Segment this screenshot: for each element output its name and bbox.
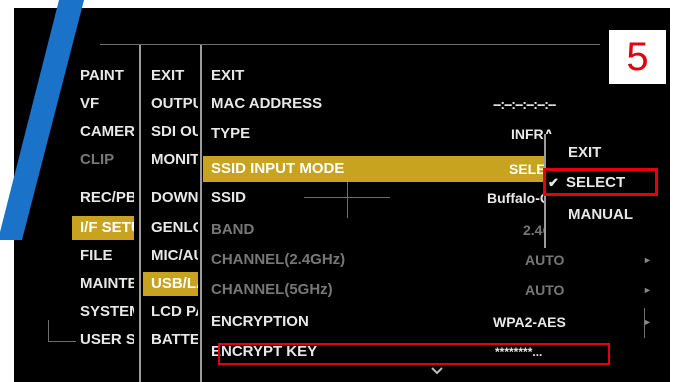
submenu-arrow-icon: ► [643,255,652,265]
scroll-down-icon[interactable] [429,364,445,378]
submenu-arrow-icon: ► [643,317,652,327]
submenu-item-exit[interactable]: EXIT [143,64,198,88]
submenu-arrow-icon: ► [643,285,652,295]
column-divider-2 [200,45,202,382]
submenu-item-genlock[interactable]: GENLOCK [143,216,198,240]
setting-row-encryption[interactable]: ENCRYPTION WPA2-AES ► [203,310,658,334]
setting-value: --:--:--:--:--:-- [493,96,556,112]
option-label: MANUAL [568,206,633,223]
step-number-badge: 5 [609,30,666,84]
blue-stripe-decoration [0,0,84,240]
setting-value: AUTO [525,252,565,268]
option-exit[interactable]: EXIT [546,140,670,166]
submenu-item-monitor[interactable]: MONITOR [143,148,198,172]
setting-label: CHANNEL(2.4GHz) [211,251,346,268]
setting-label: MAC ADDRESS [211,95,323,112]
option-label: EXIT [568,144,602,161]
annotation-box-encrypt-key [218,343,610,365]
submenu-item-sdi-out[interactable]: SDI OUT [143,120,198,144]
submenu-item-output[interactable]: OUTPUT [143,92,198,116]
submenu-item-lcd-panel[interactable]: LCD PANEL [143,300,198,324]
setting-label: CHANNEL(5GHz) [211,281,333,298]
menu-column-sub: EXIT OUTPUT SDI OUT MONITOR DOWNCON GENL… [143,8,198,382]
setting-label: EXIT [211,67,245,84]
option-manual[interactable]: MANUAL [546,202,670,228]
setting-row-channel-5[interactable]: CHANNEL(5GHz) AUTO ► [203,278,658,302]
setting-label: ENCRYPTION [211,313,309,330]
submenu-item-downcon[interactable]: DOWNCON [143,186,198,210]
camera-menu-screen: PAINT VF CAMERA CLIP REC/PB I/F SETUP FI… [14,8,670,382]
setting-label: BAND [211,221,255,238]
setting-row-exit[interactable]: EXIT [203,64,658,88]
setting-row-channel-24[interactable]: CHANNEL(2.4GHz) AUTO ► [203,248,658,272]
setting-label: SSID [211,189,247,206]
setting-value: AUTO [525,282,565,298]
annotation-box-select [543,168,658,196]
submenu-item-usb-lan[interactable]: USB/LAN [143,272,198,296]
submenu-item-mic-audio[interactable]: MIC/AUDIO [143,244,198,268]
setting-row-mac-address[interactable]: MAC ADDRESS --:--:--:--:--:-- [203,92,658,116]
setting-label: SSID INPUT MODE [211,160,345,177]
setting-label: TYPE [211,125,251,142]
setting-value: WPA2-AES [493,314,566,330]
column-divider-1 [139,45,141,382]
submenu-item-battery[interactable]: BATTERY [143,328,198,352]
